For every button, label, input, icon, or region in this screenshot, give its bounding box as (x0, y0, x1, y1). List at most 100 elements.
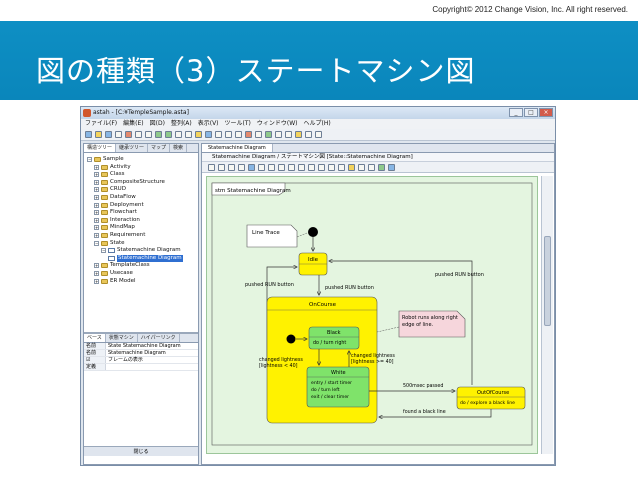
diagram-canvas[interactable]: stm Statemachine Diagram Line Trace Idle… (206, 176, 538, 454)
tree-item[interactable]: + Class (94, 171, 124, 178)
link-tool-icon[interactable] (358, 164, 365, 171)
tree-expander-icon[interactable]: + (94, 233, 99, 238)
tool-a-icon[interactable] (275, 131, 282, 138)
tree-item[interactable]: − State (94, 240, 125, 247)
submachine-tool-icon[interactable] (258, 164, 265, 171)
history-tool-icon[interactable] (308, 164, 315, 171)
tree-item[interactable]: + CompositeStructure (94, 179, 165, 186)
shape-tool-icon[interactable] (378, 164, 385, 171)
show-frame-checkbox[interactable]: ☑ (84, 357, 106, 363)
tool-d-icon[interactable] (305, 131, 312, 138)
save-icon[interactable] (105, 131, 112, 138)
tree-item[interactable]: + Deployment (94, 202, 144, 209)
tab-inheritance-tree[interactable]: 継承ツリー (116, 144, 149, 152)
tree-item[interactable]: + MindMap (94, 224, 135, 231)
tool-e-icon[interactable] (315, 131, 322, 138)
cut-icon[interactable] (125, 131, 132, 138)
menu-diagram[interactable]: 図(D) (150, 119, 165, 129)
minimize-button[interactable]: _ (509, 108, 523, 117)
tree-expander-icon[interactable]: + (94, 225, 99, 231)
tree-item[interactable]: + Interaction (94, 217, 140, 224)
tab-statemachine[interactable]: 状態マシン (106, 334, 138, 342)
tool-c-icon[interactable] (295, 131, 302, 138)
tree-item[interactable]: Statemachine Diagram (108, 254, 183, 262)
select-tool-icon[interactable] (208, 164, 215, 171)
zoom-out-icon[interactable] (185, 131, 192, 138)
close-button[interactable]: × (539, 108, 553, 117)
grid-icon[interactable] (205, 131, 212, 138)
diagram-vertical-scrollbar[interactable] (541, 176, 553, 454)
tree-item[interactable]: − Sample (87, 156, 124, 163)
menu-window[interactable]: ウィンドウ(W) (257, 119, 298, 129)
note-tool-icon[interactable] (348, 164, 355, 171)
text-tool-icon[interactable] (368, 164, 375, 171)
paste-icon[interactable] (145, 131, 152, 138)
tree-item[interactable]: + DataFlow (94, 194, 136, 201)
close-panel-button[interactable]: 閉じる (84, 446, 198, 456)
menu-align[interactable]: 整列(A) (171, 119, 192, 129)
property-value[interactable]: State Statemachine Diagram (106, 343, 181, 349)
tree-item[interactable]: + Requirement (94, 232, 145, 239)
tree-expander-icon[interactable]: + (94, 187, 99, 193)
tree-expander-icon[interactable]: + (94, 179, 99, 185)
tree-expander-icon[interactable]: + (94, 210, 99, 216)
tree-item[interactable]: − Statemachine Diagram (101, 247, 181, 254)
zoom-in-icon[interactable] (175, 131, 182, 138)
tree-item[interactable]: + TemplateClass (94, 262, 150, 269)
tab-statemachine-diagram[interactable]: Statemachine Diagram (202, 144, 273, 152)
new-file-icon[interactable] (85, 131, 92, 138)
tree-expander-icon[interactable]: + (94, 271, 99, 276)
junction-tool-icon[interactable] (278, 164, 285, 171)
join-tool-icon[interactable] (298, 164, 305, 171)
choice-tool-icon[interactable] (268, 164, 275, 171)
tree-expander-icon[interactable]: + (94, 202, 99, 208)
tree-expander-icon[interactable]: + (94, 195, 99, 200)
hand-tool-icon[interactable] (218, 164, 225, 171)
tree-expander-icon[interactable]: + (94, 164, 99, 170)
tab-hyperlink[interactable]: ハイパーリンク (138, 334, 180, 342)
menu-edit[interactable]: 編集(E) (123, 119, 143, 129)
copy-icon[interactable] (135, 131, 142, 138)
align-center-icon[interactable] (225, 131, 232, 138)
scroll-thumb[interactable] (544, 236, 551, 326)
redo-icon[interactable] (165, 131, 172, 138)
tree-item[interactable]: + CRUD (94, 186, 126, 193)
image-tool-icon[interactable] (388, 164, 395, 171)
signal-tool-icon[interactable] (328, 164, 335, 171)
menu-file[interactable]: ファイル(F) (85, 119, 117, 129)
tab-search[interactable]: 検索 (170, 144, 188, 152)
open-folder-icon[interactable] (95, 131, 102, 138)
tree-expander-icon[interactable]: + (94, 217, 99, 223)
fork-tool-icon[interactable] (288, 164, 295, 171)
state-tool-icon[interactable] (248, 164, 255, 171)
tree-item[interactable]: + Flowchart (94, 209, 137, 216)
tree-expander-icon[interactable]: − (101, 248, 106, 254)
tree-expander-icon[interactable]: + (94, 263, 99, 269)
property-value[interactable]: Statemachine Diagram (106, 350, 166, 356)
line-style-icon[interactable] (255, 131, 262, 138)
menu-view[interactable]: 表示(V) (198, 119, 219, 129)
layout-icon[interactable] (265, 131, 272, 138)
fit-icon[interactable] (195, 131, 202, 138)
menu-tool[interactable]: ツール(T) (225, 119, 251, 129)
undo-icon[interactable] (155, 131, 162, 138)
initial-state-tool-icon[interactable] (228, 164, 235, 171)
tab-map[interactable]: マップ (148, 144, 171, 152)
tree-item[interactable]: + Usecase (94, 270, 133, 277)
window-titlebar[interactable]: astah - [C:¥TempleSample.asta] _ □ × (81, 107, 555, 119)
menu-help[interactable]: ヘルプ(H) (304, 119, 331, 129)
print-icon[interactable] (115, 131, 122, 138)
maximize-button[interactable]: □ (524, 108, 538, 117)
transition-tool-icon[interactable] (318, 164, 325, 171)
tree-expander-icon[interactable]: − (94, 240, 99, 246)
font-color-icon[interactable] (245, 131, 252, 138)
tab-structure-tree[interactable]: 構造ツリー (84, 144, 117, 152)
align-left-icon[interactable] (215, 131, 222, 138)
tree-expander-icon[interactable]: + (94, 172, 99, 178)
tool-b-icon[interactable] (285, 131, 292, 138)
tree-item[interactable]: + Activity (94, 164, 131, 171)
tree-expander-icon[interactable]: − (87, 157, 92, 162)
final-state-tool-icon[interactable] (238, 164, 245, 171)
region-tool-icon[interactable] (338, 164, 345, 171)
definition-field[interactable] (106, 364, 108, 370)
